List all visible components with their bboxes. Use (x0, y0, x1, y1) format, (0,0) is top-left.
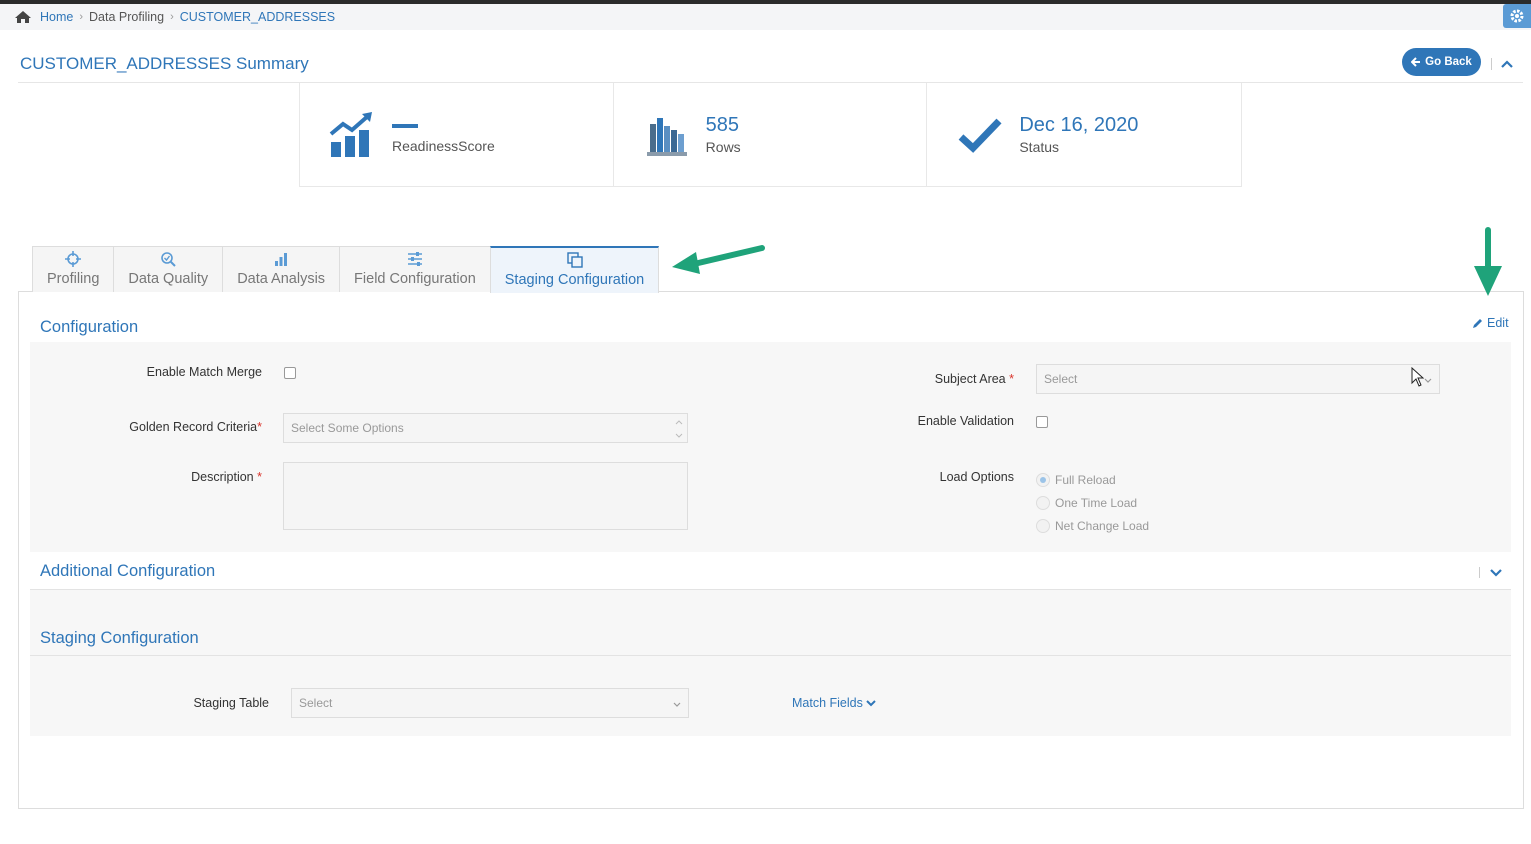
subject-area-placeholder: Select (1044, 372, 1078, 386)
enable-match-merge-label: Enable Match Merge (146, 365, 262, 379)
required-mark: * (257, 470, 262, 484)
settings-button[interactable] (1503, 4, 1531, 28)
tab-field-configuration[interactable]: Field Configuration (339, 246, 491, 292)
breadcrumb: Home › Data Profiling › CUSTOMER_ADDRESS… (0, 4, 1531, 30)
tab-staging-configuration[interactable]: Staging Configuration (489, 246, 660, 293)
match-fields-label: Match Fields (792, 696, 863, 710)
edit-link[interactable]: Edit (1471, 316, 1509, 330)
additional-configuration-header[interactable] (30, 552, 1511, 590)
server-bars-icon (646, 117, 687, 156)
breadcrumb-separator: › (79, 11, 84, 23)
tab-label: Field Configuration (354, 271, 476, 287)
chevron-up-icon[interactable] (1500, 58, 1514, 70)
enable-validation-checkbox[interactable] (1036, 416, 1048, 428)
magnify-check-icon (161, 252, 176, 267)
subject-area-text: Subject Area (934, 372, 1006, 386)
rows-count: 585 (705, 113, 740, 136)
radio-button[interactable] (1036, 496, 1050, 510)
radio-label: Net Change Load (1055, 519, 1150, 533)
required-mark: * (1009, 372, 1014, 386)
scroll-arrows-icon (675, 420, 683, 438)
breadcrumb-current[interactable]: CUSTOMER_ADDRESSES (180, 10, 335, 24)
radio-label: One Time Load (1055, 496, 1138, 510)
description-textarea[interactable] (283, 462, 688, 530)
breadcrumb-separator: › (170, 11, 174, 23)
annotation-arrow-down-icon (1474, 227, 1502, 296)
mouse-cursor-icon (1411, 367, 1425, 387)
description-label: Description * (100, 470, 262, 484)
go-back-label: Go Back (1425, 56, 1472, 68)
staging-configuration-section (30, 590, 1511, 736)
crosshair-icon (65, 251, 82, 267)
match-fields-link[interactable]: Match Fields (792, 696, 876, 710)
configuration-title: Configuration (40, 318, 139, 336)
edit-label: Edit (1487, 316, 1509, 330)
chevron-down-icon (673, 702, 681, 707)
gear-icon (1510, 9, 1524, 23)
status-date: Dec 16, 2020 (1019, 113, 1139, 136)
rows-label: Rows (705, 138, 741, 155)
radio-label: Full Reload (1055, 473, 1116, 487)
staging-configuration-title: Staging Configuration (40, 629, 199, 647)
readiness-score-label: ReadinessScore (392, 137, 495, 154)
tab-label: Data Quality (128, 271, 209, 287)
radio-full-reload[interactable]: Full Reload (1036, 473, 1116, 487)
go-back-button[interactable]: Go Back (1402, 48, 1481, 76)
tab-label: Data Analysis (237, 271, 326, 287)
stack-chart-icon (275, 253, 288, 266)
staging-table-select[interactable]: Select (291, 688, 689, 718)
subject-area-label: Subject Area * (860, 372, 1014, 386)
header-separator (1491, 58, 1492, 70)
tab-profiling[interactable]: Profiling (32, 246, 115, 292)
staging-table-placeholder: Select (299, 696, 333, 710)
breadcrumb-home-link[interactable]: Home (40, 10, 73, 24)
pencil-icon (1473, 318, 1482, 328)
arrow-left-icon (1411, 57, 1421, 67)
staging-table-label: Staging Table (193, 696, 269, 710)
sliders-icon (407, 252, 422, 266)
checkmark-icon (958, 118, 1002, 153)
golden-record-criteria-select[interactable]: Select Some Options (283, 413, 688, 443)
stat-readiness-score: ReadinessScore (300, 83, 614, 186)
radio-net-change-load[interactable]: Net Change Load (1036, 519, 1149, 533)
additional-configuration-title[interactable]: Additional Configuration (40, 562, 215, 581)
trend-chart-icon (329, 111, 372, 157)
copy-icon (566, 252, 583, 268)
golden-record-criteria-placeholder: Select Some Options (291, 421, 404, 435)
section-separator (1479, 567, 1480, 578)
load-options-label: Load Options (939, 470, 1014, 484)
summary-stats: ReadinessScore 585 Rows Dec 16, 2020 Sta… (299, 83, 1242, 187)
enable-validation-label: Enable Validation (917, 414, 1014, 428)
breadcrumb-data-profiling[interactable]: Data Profiling (89, 10, 164, 24)
radio-button[interactable] (1036, 473, 1050, 487)
page-title: CUSTOMER_ADDRESSES Summary (20, 54, 309, 73)
golden-record-criteria-text: Golden Record Criteria (129, 420, 258, 434)
subject-area-select[interactable]: Select (1036, 364, 1440, 394)
tab-label: Profiling (47, 271, 100, 287)
tab-label: Staging Configuration (504, 272, 645, 288)
tab-data-analysis[interactable]: Data Analysis (222, 246, 341, 292)
home-icon[interactable] (14, 10, 32, 24)
enable-match-merge-checkbox[interactable] (284, 367, 296, 379)
description-text: Description (191, 470, 254, 484)
readiness-score-value (392, 123, 418, 128)
stat-rows: 585 Rows (614, 83, 928, 186)
stat-status: Dec 16, 2020 Status (927, 83, 1241, 186)
required-mark: * (257, 420, 262, 434)
golden-record-criteria-label: Golden Record Criteria* (100, 420, 262, 434)
tab-bar: Profiling Data Quality Data Analysis Fie… (32, 246, 660, 293)
status-label: Status (1019, 138, 1060, 155)
staging-divider (30, 655, 1511, 656)
chevron-down-icon (866, 700, 876, 707)
chevron-down-icon[interactable] (1489, 567, 1503, 579)
tab-data-quality[interactable]: Data Quality (113, 246, 224, 292)
annotation-arrow-left-icon (672, 245, 765, 274)
radio-button[interactable] (1036, 519, 1050, 533)
radio-one-time-load[interactable]: One Time Load (1036, 496, 1137, 510)
